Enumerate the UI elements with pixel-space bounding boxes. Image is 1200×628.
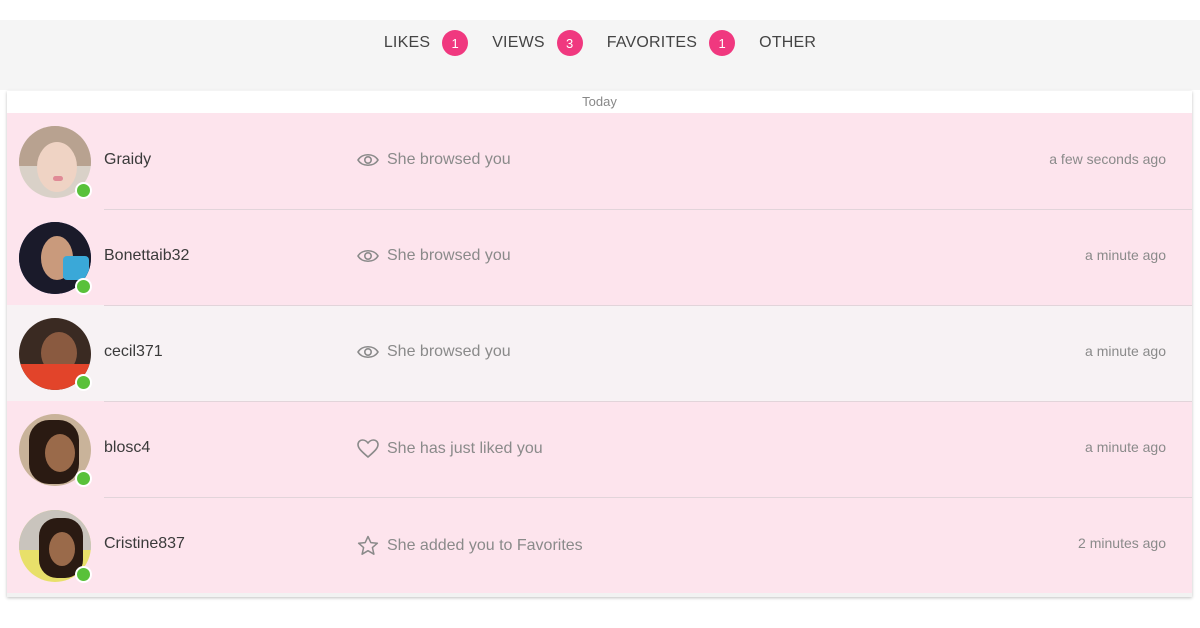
tab-favorites[interactable]: FAVORITES 1: [606, 30, 736, 56]
day-header: Today: [7, 91, 1192, 113]
online-status-dot: [75, 566, 92, 583]
activity-time: 2 minutes ago: [1078, 535, 1166, 551]
username[interactable]: Graidy: [104, 151, 151, 169]
activity-text: She browsed you: [387, 247, 511, 264]
star-icon: [357, 535, 379, 555]
activity-text: She added you to Favorites: [387, 536, 583, 554]
activity-row[interactable]: Graidy She browsed you a few seconds ago: [7, 113, 1192, 209]
activity-row[interactable]: Bonettaib32 She browsed you a minute ago: [7, 209, 1192, 305]
activity-time: a minute ago: [1085, 439, 1166, 455]
favorites-count-badge: 1: [709, 30, 736, 56]
activity-text: She has just liked you: [387, 440, 543, 457]
activity-row[interactable]: blosc4 She has just liked you a minute a…: [7, 401, 1192, 497]
online-status-dot: [75, 374, 92, 391]
activity-list: Today Graidy She browsed you a few secon…: [7, 91, 1192, 597]
activity-text: She browsed you: [387, 151, 511, 168]
likes-count-badge: 1: [442, 30, 469, 56]
online-status-dot: [75, 278, 92, 295]
username[interactable]: cecil371: [104, 343, 163, 361]
activity-description: She added you to Favorites: [357, 535, 583, 556]
activity-description: She browsed you: [357, 247, 511, 265]
activity-description: She browsed you: [357, 151, 511, 169]
tab-likes-label: LIKES: [383, 34, 431, 51]
activity-row[interactable]: cecil371 She browsed you a minute ago: [7, 305, 1192, 401]
activity-time: a minute ago: [1085, 343, 1166, 359]
activity-tabs: LIKES 1 VIEWS 3 FAVORITES 1 OTHER: [0, 20, 1200, 66]
online-status-dot: [75, 470, 92, 487]
eye-icon: [357, 249, 379, 263]
activity-time: a few seconds ago: [1049, 151, 1166, 167]
activity-time: a minute ago: [1085, 247, 1166, 263]
username[interactable]: Bonettaib32: [104, 247, 189, 265]
activity-description: She browsed you: [357, 343, 511, 361]
tab-views-label: VIEWS: [492, 34, 545, 51]
activity-text: She browsed you: [387, 343, 511, 360]
tab-likes[interactable]: LIKES 1: [383, 30, 469, 56]
tab-favorites-label: FAVORITES: [606, 34, 698, 51]
views-count-badge: 3: [556, 30, 583, 56]
activity-description: She has just liked you: [357, 439, 543, 459]
tab-other-label: OTHER: [759, 34, 817, 51]
online-status-dot: [75, 182, 92, 199]
activity-row[interactable]: Cristine837 She added you to Favorites 2…: [7, 497, 1192, 593]
tab-other[interactable]: OTHER: [759, 34, 816, 52]
eye-icon: [357, 153, 379, 167]
username[interactable]: Cristine837: [104, 535, 185, 553]
username[interactable]: blosc4: [104, 439, 150, 457]
tab-views[interactable]: VIEWS 3: [492, 30, 583, 56]
heart-icon: [357, 439, 379, 459]
eye-icon: [357, 345, 379, 359]
